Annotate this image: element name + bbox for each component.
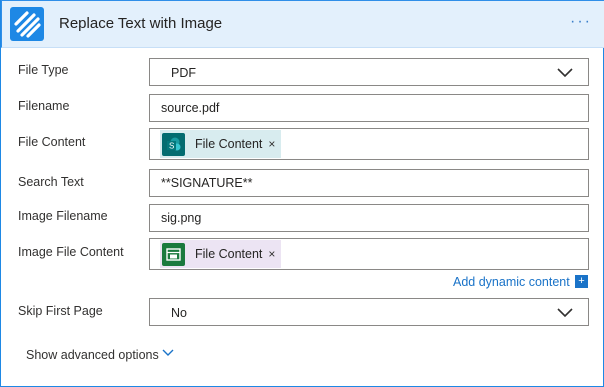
chevron-down-icon	[557, 68, 573, 78]
image-file-content-label: Image File Content	[18, 245, 124, 259]
sharepoint-icon: S	[162, 132, 185, 156]
add-dynamic-content-plus-icon[interactable]: +	[575, 275, 588, 288]
remove-token-icon[interactable]: ×	[268, 247, 275, 261]
skip-first-page-select[interactable]: No	[149, 298, 589, 326]
add-dynamic-content-link[interactable]: Add dynamic content	[453, 275, 570, 289]
show-advanced-options-link[interactable]: Show advanced options	[26, 348, 159, 362]
chevron-down-icon[interactable]	[161, 348, 175, 358]
filename-label: Filename	[18, 99, 70, 113]
stripes-logo-icon	[10, 7, 44, 41]
image-file-content-token[interactable]: File Content ×	[160, 240, 282, 268]
file-type-value: PDF	[171, 66, 196, 80]
file-content-input[interactable]: S File Content ×	[149, 128, 589, 160]
image-file-content-input[interactable]: File Content ×	[149, 238, 589, 270]
search-text-label: Search Text	[18, 175, 84, 189]
filename-input[interactable]: source.pdf	[149, 94, 589, 122]
file-type-label: File Type	[18, 63, 69, 77]
chevron-down-icon	[557, 308, 573, 318]
skip-first-page-label: Skip First Page	[18, 304, 103, 318]
file-content-token-label: File Content	[195, 137, 263, 151]
skip-first-page-value: No	[171, 306, 187, 320]
remove-token-icon[interactable]: ×	[268, 137, 275, 151]
image-filename-value: sig.png	[161, 211, 202, 225]
image-filename-input[interactable]: sig.png	[149, 204, 589, 232]
file-content-label: File Content	[18, 135, 86, 149]
card-title: Replace Text with Image	[59, 15, 223, 32]
file-content-token[interactable]: S File Content ×	[160, 130, 282, 158]
search-text-value: **SIGNATURE**	[161, 176, 253, 190]
image-filename-label: Image Filename	[18, 209, 108, 223]
file-type-select[interactable]: PDF	[149, 58, 589, 86]
card-header[interactable]: Replace Text with Image ···	[1, 0, 604, 48]
more-options-icon[interactable]: ···	[570, 13, 592, 31]
filename-value: source.pdf	[161, 101, 220, 115]
action-card: Replace Text with Image ··· File Type PD…	[0, 0, 604, 387]
image-file-content-token-label: File Content	[195, 247, 263, 261]
excel-online-icon	[162, 242, 185, 266]
svg-text:S: S	[169, 141, 174, 150]
search-text-input[interactable]: **SIGNATURE**	[149, 169, 589, 197]
